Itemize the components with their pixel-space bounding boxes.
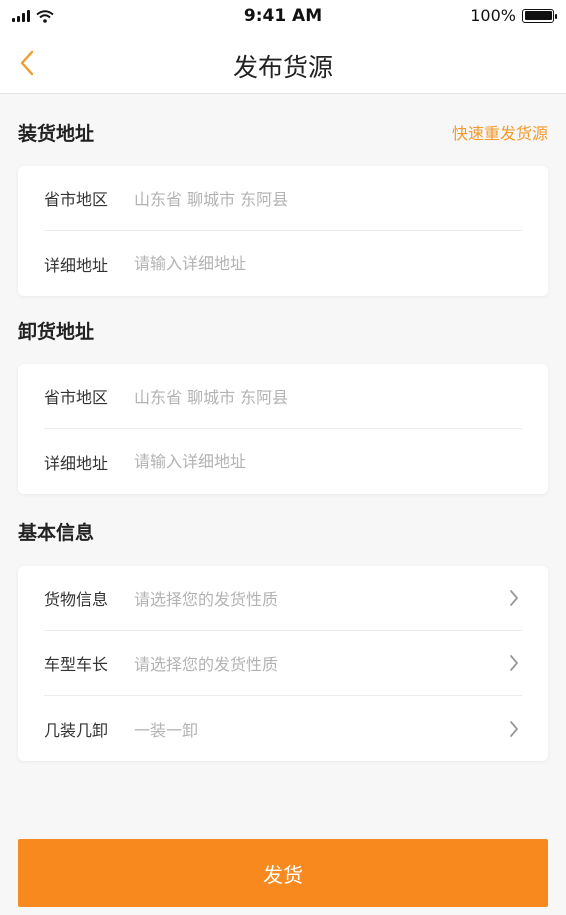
quick-repost-link[interactable]: 快速重发货源: [452, 120, 548, 144]
loading-detail-input[interactable]: [134, 254, 522, 273]
load-unload-value: 一装一卸: [134, 720, 199, 740]
row-label: 详细地址: [44, 453, 109, 473]
row-label: 详细地址: [44, 255, 109, 275]
loading-region-row[interactable]: 省市地区 山东省 聊城市 东阿县: [44, 166, 522, 231]
nav-bar: 发布货源: [0, 32, 566, 94]
page-title: 发布货源: [232, 53, 333, 82]
battery-icon: [522, 8, 557, 23]
loading-section-title: 装货地址: [18, 122, 95, 145]
loading-detail-row: 详细地址: [44, 231, 522, 296]
vehicle-type-row[interactable]: 车型车长 请选择您的发货性质: [44, 631, 522, 696]
basic-info-section-header: 基本信息: [18, 517, 548, 545]
cargo-info-row[interactable]: 货物信息 请选择您的发货性质: [44, 566, 522, 631]
chevron-right-icon: [506, 719, 522, 739]
unloading-detail-input[interactable]: [134, 452, 522, 471]
unloading-section-title: 卸货地址: [18, 320, 95, 343]
status-right: 100%: [470, 6, 557, 25]
unloading-address-card: 省市地区 山东省 聊城市 东阿县 详细地址: [18, 364, 548, 494]
row-label: 车型车长: [44, 655, 109, 674]
vehicle-type-value: 请选择您的发货性质: [134, 655, 279, 674]
unloading-section-header: 卸货地址: [18, 316, 548, 344]
unloading-detail-row: 详细地址: [44, 429, 522, 494]
unloading-region-value: 山东省 聊城市 东阿县: [134, 388, 289, 407]
row-label: 省市地区: [44, 190, 109, 209]
basic-info-card: 货物信息 请选择您的发货性质 车型车长 请选择您的发货性质 几装几卸 一装一卸: [18, 566, 548, 761]
battery-percent: 100%: [470, 6, 516, 25]
basic-info-section-title: 基本信息: [18, 521, 95, 544]
unloading-region-row[interactable]: 省市地区 山东省 聊城市 东阿县: [44, 364, 522, 429]
cargo-info-value: 请选择您的发货性质: [134, 590, 279, 609]
row-label: 几装几卸: [44, 720, 109, 740]
submit-shipment-button[interactable]: 发货: [18, 839, 548, 907]
loading-address-card: 省市地区 山东省 聊城市 东阿县 详细地址: [18, 166, 548, 296]
status-bar: 9:41 AM 100%: [0, 0, 566, 32]
loading-section-header: 装货地址 快速重发货源: [18, 118, 548, 146]
chevron-right-icon: [506, 588, 522, 608]
load-unload-row[interactable]: 几装几卸 一装一卸: [44, 696, 522, 761]
chevron-right-icon: [506, 653, 522, 673]
loading-region-value: 山东省 聊城市 东阿县: [134, 190, 289, 209]
row-label: 货物信息: [44, 590, 109, 609]
row-label: 省市地区: [44, 388, 109, 407]
